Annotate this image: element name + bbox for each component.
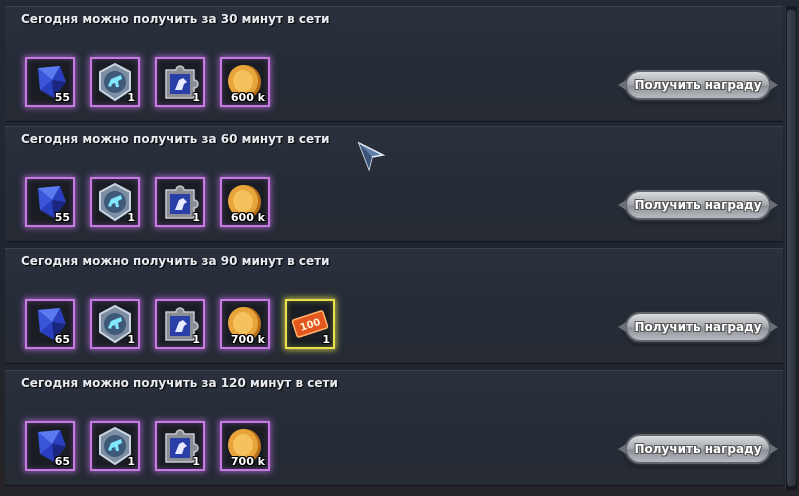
item-quantity: 1 [127, 333, 135, 346]
reward-item[interactable]: 1 [155, 299, 205, 349]
item-quantity: 1 [127, 211, 135, 224]
mouse-cursor-icon [357, 141, 386, 171]
reward-item[interactable]: 1 [90, 57, 140, 107]
reward-item[interactable]: 65 [25, 421, 75, 471]
reward-item[interactable]: 700 k [220, 421, 270, 471]
item-quantity: 1 [192, 333, 200, 346]
reward-item[interactable]: 65 [25, 299, 75, 349]
reward-row-title: Сегодня можно получить за 60 минут в сет… [21, 132, 330, 146]
item-quantity: 55 [54, 211, 70, 224]
item-quantity: 700 k [230, 455, 265, 468]
reward-item[interactable]: 55 [25, 177, 75, 227]
item-quantity: 1 [322, 333, 330, 346]
item-quantity: 55 [54, 91, 70, 104]
item-quantity: 1 [127, 455, 135, 468]
reward-item[interactable]: 55 [25, 57, 75, 107]
claim-reward-button[interactable]: Получить награду [625, 312, 771, 342]
reward-item[interactable]: 600 k [220, 177, 270, 227]
reward-item[interactable]: 1 [155, 177, 205, 227]
claim-reward-button[interactable]: Получить награду [625, 434, 771, 464]
scrollbar[interactable] [785, 6, 797, 490]
reward-item[interactable]: 1 [90, 299, 140, 349]
item-quantity: 65 [54, 455, 70, 468]
reward-row-title: Сегодня можно получить за 120 минут в се… [21, 376, 338, 390]
item-quantity: 1 [127, 91, 135, 104]
reward-item[interactable]: 600 k [220, 57, 270, 107]
reward-item[interactable]: 1 [90, 177, 140, 227]
scrollbar-thumb[interactable] [787, 10, 796, 486]
item-quantity: 1 [192, 455, 200, 468]
item-quantity: 600 k [230, 211, 265, 224]
reward-row: Сегодня можно получить за 120 минут в се… [5, 370, 783, 486]
claim-reward-button[interactable]: Получить награду [625, 70, 771, 100]
reward-row-title: Сегодня можно получить за 30 минут в сет… [21, 12, 330, 26]
item-quantity: 600 k [230, 91, 265, 104]
reward-item[interactable]: 1 [90, 421, 140, 471]
reward-row-title: Сегодня можно получить за 90 минут в сет… [21, 254, 330, 268]
reward-item[interactable]: 100 1 [285, 299, 335, 349]
reward-row: Сегодня можно получить за 60 минут в сет… [5, 126, 783, 242]
reward-row: Сегодня можно получить за 30 минут в сет… [5, 6, 783, 122]
reward-item[interactable]: 700 k [220, 299, 270, 349]
claim-reward-button[interactable]: Получить награду [625, 190, 771, 220]
daily-online-rewards-panel: Сегодня можно получить за 30 минут в сет… [0, 0, 799, 496]
item-quantity: 65 [54, 333, 70, 346]
item-quantity: 1 [192, 91, 200, 104]
item-quantity: 700 k [230, 333, 265, 346]
reward-item[interactable]: 1 [155, 57, 205, 107]
reward-item[interactable]: 1 [155, 421, 205, 471]
reward-row: Сегодня можно получить за 90 минут в сет… [5, 248, 783, 364]
item-quantity: 1 [192, 211, 200, 224]
